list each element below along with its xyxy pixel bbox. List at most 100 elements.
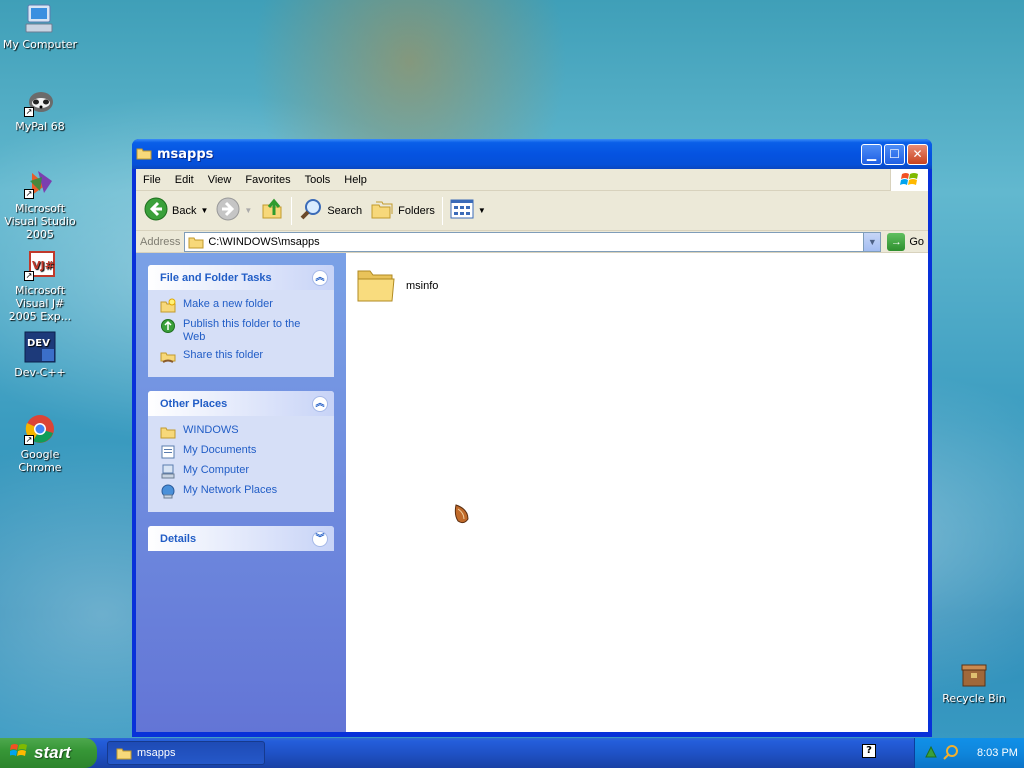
place-my-computer[interactable]: My Computer bbox=[160, 464, 324, 479]
taskbar-button-msapps[interactable]: msapps bbox=[107, 741, 265, 765]
panel-title: File and Folder Tasks bbox=[160, 271, 272, 284]
network-icon[interactable] bbox=[923, 744, 939, 763]
maximize-button[interactable]: ☐ bbox=[884, 143, 905, 165]
menu-edit[interactable]: Edit bbox=[168, 174, 201, 186]
panel-header[interactable]: Other Places ︽ bbox=[148, 391, 334, 416]
desktop-icon-recycle-bin[interactable]: Recycle Bin bbox=[934, 657, 1014, 705]
start-button[interactable]: start bbox=[0, 738, 97, 768]
windows-logo-icon bbox=[890, 169, 928, 191]
task-make-new-folder[interactable]: Make a new folder bbox=[160, 298, 324, 313]
search-icon[interactable] bbox=[943, 744, 959, 763]
task-publish-folder[interactable]: Publish this folder to the Web bbox=[160, 318, 324, 344]
search-button[interactable]: Search bbox=[295, 195, 366, 227]
desktop-icon-my-computer[interactable]: My Computer bbox=[0, 3, 80, 51]
go-button[interactable]: → Go bbox=[887, 232, 924, 251]
desktop-icon-chrome[interactable]: ↗ Google Chrome bbox=[0, 413, 80, 474]
windows-logo-icon bbox=[9, 743, 28, 764]
desktop-icon-dev-cpp[interactable]: DEV Dev-C++ bbox=[0, 331, 80, 379]
minimize-button[interactable]: ▁ bbox=[861, 143, 882, 165]
place-label: My Network Places bbox=[183, 484, 278, 496]
chevron-down-icon[interactable]: ▼ bbox=[244, 206, 252, 215]
chevron-down-icon[interactable]: ▼ bbox=[478, 206, 486, 215]
shortcut-arrow-icon: ↗ bbox=[24, 435, 34, 445]
desktop-icon-label: My Computer bbox=[2, 38, 78, 51]
folder-icon bbox=[356, 265, 396, 306]
folders-icon bbox=[370, 197, 394, 224]
panel-title: Details bbox=[160, 532, 197, 545]
close-icon: ✕ bbox=[912, 147, 923, 161]
address-path: C:\WINDOWS\msapps bbox=[208, 235, 320, 248]
file-list[interactable]: msinfo bbox=[346, 253, 928, 732]
menu-file[interactable]: File bbox=[136, 174, 168, 186]
desktop-icon-label: Microsoft Visual Studio 2005 bbox=[4, 202, 76, 241]
go-arrow-icon: → bbox=[887, 232, 906, 251]
shortcut-arrow-icon: ↗ bbox=[24, 271, 34, 281]
folders-label: Folders bbox=[398, 204, 435, 217]
share-folder-icon bbox=[160, 349, 176, 364]
task-label: Publish this folder to the Web bbox=[183, 318, 301, 343]
help-icon[interactable]: ? bbox=[862, 744, 876, 758]
address-bar: Address C:\WINDOWS\msapps ▼ → Go bbox=[136, 231, 928, 253]
new-folder-icon bbox=[160, 298, 176, 313]
explorer-window: msapps ▁ ☐ ✕ File Edit View Favorites To… bbox=[132, 139, 932, 737]
menu-help[interactable]: Help bbox=[337, 174, 374, 186]
desktop-icon-visual-studio[interactable]: ↗ Microsoft Visual Studio 2005 bbox=[0, 167, 80, 241]
window-title: msapps bbox=[157, 146, 214, 162]
chevron-down-icon: ▼ bbox=[867, 236, 877, 247]
panel-header[interactable]: File and Folder Tasks ︽ bbox=[148, 265, 334, 290]
toolbar-separator bbox=[441, 196, 443, 225]
chrome-icon: ↗ bbox=[24, 413, 56, 445]
forward-arrow-icon bbox=[216, 197, 240, 224]
globe-icon bbox=[160, 318, 176, 333]
clock: 8:03 PM bbox=[977, 747, 1018, 759]
expand-icon[interactable]: ︾ bbox=[312, 530, 328, 547]
desktop-icon-mypal[interactable]: ↗ MyPal 68 bbox=[0, 85, 80, 133]
back-button[interactable]: Back ▼ bbox=[140, 195, 212, 227]
forward-button[interactable]: ▼ bbox=[212, 195, 256, 227]
panel-header[interactable]: Details ︾ bbox=[148, 526, 334, 551]
raccoon-icon: ↗ bbox=[24, 85, 56, 117]
up-folder-button[interactable] bbox=[256, 195, 288, 227]
dev-cpp-icon: DEV bbox=[24, 331, 56, 363]
menu-favorites[interactable]: Favorites bbox=[238, 174, 297, 186]
search-icon bbox=[299, 197, 323, 224]
visual-jsharp-icon: VJ# ↗ bbox=[24, 249, 56, 281]
folder-item[interactable]: msinfo bbox=[356, 265, 438, 306]
folder-icon bbox=[188, 235, 204, 249]
menu-view[interactable]: View bbox=[201, 174, 239, 186]
views-icon bbox=[450, 199, 474, 222]
desktop-icon-label: Microsoft Visual J# 2005 Exp... bbox=[8, 284, 72, 323]
address-dropdown-button[interactable]: ▼ bbox=[863, 232, 881, 251]
views-button[interactable]: ▼ bbox=[446, 195, 490, 227]
folders-button[interactable]: Folders bbox=[366, 195, 439, 227]
go-label: Go bbox=[909, 235, 924, 248]
place-label: My Documents bbox=[183, 444, 257, 456]
address-label: Address bbox=[140, 235, 181, 248]
chevron-down-icon[interactable]: ▼ bbox=[200, 206, 208, 215]
place-windows[interactable]: WINDOWS bbox=[160, 424, 324, 439]
collapse-icon[interactable]: ︽ bbox=[312, 269, 328, 286]
folder-icon bbox=[116, 746, 132, 760]
collapse-icon[interactable]: ︽ bbox=[312, 395, 328, 412]
other-places-panel: Other Places ︽ WINDOWS My Documents My C… bbox=[148, 391, 334, 512]
task-share-folder[interactable]: Share this folder bbox=[160, 349, 324, 364]
task-label: Make a new folder bbox=[183, 298, 273, 310]
back-arrow-icon bbox=[144, 197, 168, 224]
desktop-icon-label: Dev-C++ bbox=[14, 366, 66, 379]
title-bar[interactable]: msapps ▁ ☐ ✕ bbox=[132, 139, 932, 169]
desktop-icon-visual-jsharp[interactable]: VJ# ↗ Microsoft Visual J# 2005 Exp... bbox=[0, 249, 80, 323]
panel-title: Other Places bbox=[160, 397, 228, 410]
close-button[interactable]: ✕ bbox=[907, 143, 928, 165]
shortcut-arrow-icon: ↗ bbox=[24, 107, 34, 117]
network-places-icon bbox=[160, 484, 176, 499]
place-label: WINDOWS bbox=[183, 424, 239, 436]
minimize-icon: ▁ bbox=[866, 147, 877, 161]
address-input[interactable]: C:\WINDOWS\msapps ▼ bbox=[184, 231, 882, 252]
place-my-network-places[interactable]: My Network Places bbox=[160, 484, 324, 499]
file-name: msinfo bbox=[406, 279, 439, 292]
place-my-documents[interactable]: My Documents bbox=[160, 444, 324, 459]
menu-tools[interactable]: Tools bbox=[298, 174, 338, 186]
my-documents-icon bbox=[160, 444, 176, 459]
menu-bar: File Edit View Favorites Tools Help bbox=[136, 169, 928, 191]
desktop-icon-label: MyPal 68 bbox=[15, 120, 65, 133]
